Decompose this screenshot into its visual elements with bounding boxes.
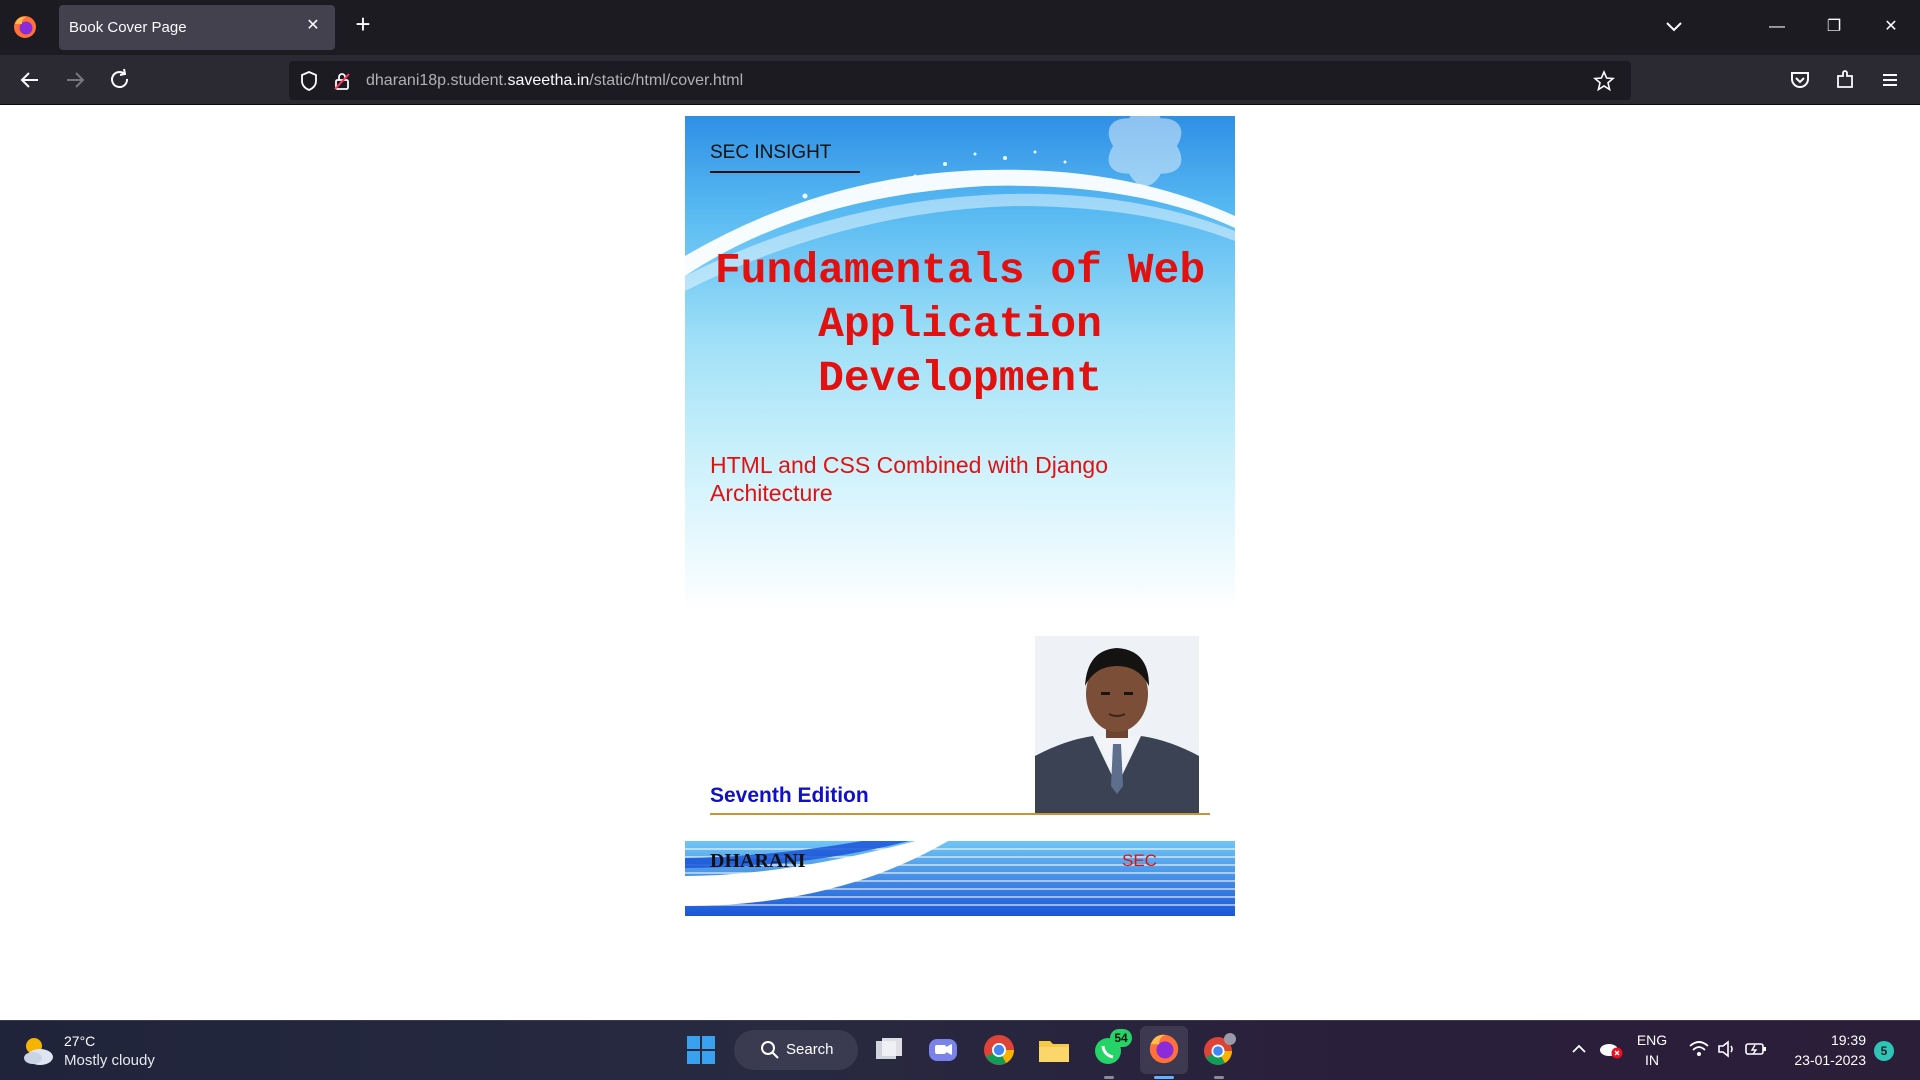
language-indicator-line1[interactable]: ENG [1630, 1032, 1674, 1048]
tab-title: Book Cover Page [69, 19, 187, 36]
weather-description[interactable]: Mostly cloudy [64, 1052, 155, 1069]
publisher-label: SEC INSIGHT [710, 142, 832, 163]
app-menu-icon[interactable] [1877, 67, 1903, 93]
clock-date[interactable]: 23-01-2023 [1782, 1052, 1866, 1068]
windows-start-icon[interactable] [682, 1031, 720, 1069]
author-photo [1035, 636, 1199, 813]
back-icon[interactable] [17, 67, 43, 93]
book-cover: SEC INSIGHT Fundamentals of Web Applicat… [685, 116, 1235, 916]
book-subtitle: HTML and CSS Combined with Django Archit… [710, 452, 1108, 506]
file-explorer-icon[interactable] [1035, 1031, 1073, 1069]
language-indicator-line2[interactable]: IN [1630, 1052, 1674, 1068]
windows-taskbar: 27°C Mostly cloudy Search 54 ENG IN 19:3… [0, 1020, 1920, 1080]
mostly-cloudy-weather-icon[interactable] [20, 1033, 56, 1067]
onedrive-error-icon[interactable] [1598, 1038, 1624, 1060]
extensions-icon[interactable] [1832, 67, 1858, 93]
tracking-protection-shield-icon[interactable] [299, 70, 319, 92]
forward-icon[interactable] [62, 67, 88, 93]
chrome-icon[interactable] [980, 1031, 1018, 1069]
firefox-taskbar-button[interactable] [1140, 1026, 1188, 1074]
chrome-profile-running-indicator [1214, 1076, 1224, 1079]
edition-label: Seventh Edition [710, 784, 869, 807]
firefox-icon[interactable] [12, 14, 38, 40]
list-all-tabs-icon[interactable] [1662, 16, 1686, 38]
url-text[interactable]: dharani18p.student.saveetha.in/static/ht… [366, 72, 743, 90]
task-view-icon[interactable] [870, 1031, 908, 1069]
search-label: Search [786, 1041, 834, 1058]
book-title: Fundamentals of Web Application Developm… [714, 246, 1206, 403]
whatsapp-unread-badge: 54 [1110, 1029, 1132, 1047]
navigation-toolbar: dharani18p.student.saveetha.in/static/ht… [0, 55, 1920, 105]
whatsapp-running-indicator [1104, 1076, 1114, 1079]
reload-icon[interactable] [107, 67, 133, 93]
bookmark-star-icon[interactable] [1593, 70, 1615, 92]
pocket-icon[interactable] [1787, 67, 1813, 93]
url-domain: saveetha.in [507, 72, 590, 89]
minimize-button[interactable]: — [1757, 12, 1797, 42]
close-window-button[interactable]: ✕ [1871, 12, 1911, 42]
search-icon [761, 1041, 779, 1059]
firefox-active-indicator [1154, 1076, 1174, 1079]
battery-charging-icon[interactable] [1744, 1039, 1768, 1059]
wifi-icon[interactable] [1688, 1039, 1710, 1059]
weather-temperature[interactable]: 27°C [64, 1033, 95, 1049]
firefox-taskbar-icon [1149, 1034, 1179, 1064]
browser-tab-bar: Book Cover Page ✕ + — ❐ ✕ [0, 0, 1920, 55]
flower-decoration [1108, 116, 1182, 186]
restore-button[interactable]: ❐ [1814, 12, 1854, 42]
close-tab-icon[interactable]: ✕ [303, 16, 323, 36]
taskbar-search[interactable]: Search [734, 1030, 858, 1070]
notification-count-badge[interactable]: 5 [1874, 1041, 1894, 1061]
author-name: DHARANI [710, 850, 806, 872]
publisher-underline [710, 171, 860, 173]
edition-divider [710, 813, 1210, 815]
show-hidden-icons-chevron-icon[interactable] [1570, 1041, 1588, 1057]
clock-time[interactable]: 19:39 [1786, 1032, 1866, 1048]
organization-label: SEC [1122, 851, 1157, 870]
insecure-lock-icon[interactable] [332, 70, 352, 92]
chrome-profile-icon[interactable] [1200, 1031, 1238, 1069]
url-bar[interactable]: dharani18p.student.saveetha.in/static/ht… [289, 61, 1631, 100]
volume-icon[interactable] [1716, 1039, 1738, 1059]
new-tab-button[interactable]: + [350, 11, 376, 38]
tab-book-cover-page[interactable]: Book Cover Page ✕ [59, 5, 335, 50]
teams-chat-icon[interactable] [924, 1031, 962, 1069]
